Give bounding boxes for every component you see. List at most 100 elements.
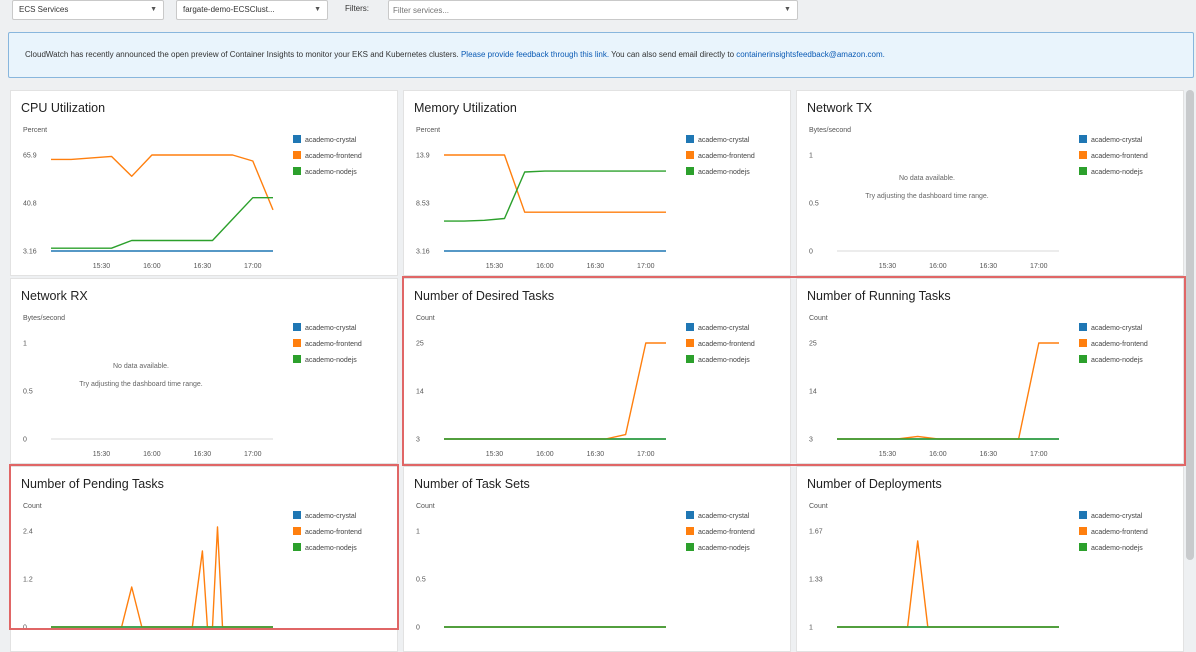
legend-item[interactable]: academo-crystal	[1079, 511, 1148, 527]
number-of-desired-tasks-panel[interactable]: Number of Desired Tasks Count 25 14 3 15:30 16…	[403, 278, 791, 464]
x-tick-label: 16:00	[143, 263, 161, 270]
legend-swatch	[293, 167, 301, 175]
cluster-dropdown[interactable]: fargate-demo-ECSClust... ▼	[176, 0, 328, 20]
x-tick-label: 15:30	[486, 263, 504, 270]
cluster-dropdown-value: fargate-demo-ECSClust...	[183, 5, 275, 14]
filter-services-input[interactable]	[388, 0, 798, 20]
legend-label: academo-nodejs	[1091, 169, 1143, 176]
legend-item[interactable]: academo-crystal	[1079, 323, 1148, 339]
number-of-pending-tasks-panel[interactable]: Number of Pending Tasks Count 2.4 1.2 0 acade…	[10, 466, 398, 652]
legend-item[interactable]: academo-crystal	[686, 323, 755, 339]
no-data-hint: Try adjusting the dashboard time range.	[79, 381, 203, 388]
chevron-down-icon[interactable]: ▼	[784, 6, 791, 13]
y-tick-label: 0.5	[809, 201, 819, 208]
memory-utilization-panel[interactable]: Memory Utilization Percent 13.9 8.53 3.16 15:…	[403, 90, 791, 276]
x-tick-label: 15:30	[93, 451, 111, 458]
legend-label: academo-crystal	[698, 137, 750, 144]
legend-label: academo-frontend	[1091, 529, 1148, 536]
legend-label: academo-frontend	[698, 529, 755, 536]
legend-item[interactable]: academo-frontend	[1079, 339, 1148, 355]
number-of-running-tasks-panel[interactable]: Number of Running Tasks Count 25 14 3 15:30 16…	[796, 278, 1184, 464]
feedback-link[interactable]: Please provide feedback through this lin…	[461, 50, 609, 59]
series-line-academo-nodejs[interactable]	[444, 170, 666, 222]
legend-label: academo-crystal	[1091, 137, 1143, 144]
legend-swatch	[686, 323, 694, 331]
legend-swatch	[293, 151, 301, 159]
series-line-academo-frontend[interactable]	[444, 154, 666, 213]
legend-label: academo-nodejs	[698, 545, 750, 552]
network-tx-panel[interactable]: Network TX Bytes/second 1 0.5 0 15:30 16:00 16:…	[796, 90, 1184, 276]
number-of-running-tasks-chart: 25 14 3 15:30 16:00 16:30 17:00	[809, 341, 1059, 458]
legend-item[interactable]: academo-nodejs	[1079, 543, 1148, 559]
legend-label: academo-frontend	[698, 341, 755, 348]
legend-label: academo-crystal	[305, 137, 357, 144]
feedback-email-link[interactable]: containerinsightsfeedback@amazon.com.	[736, 50, 885, 59]
legend-label: academo-nodejs	[698, 169, 750, 176]
x-tick-label: 17:00	[244, 263, 262, 270]
legend-label: academo-frontend	[305, 153, 362, 160]
number-of-running-tasks-legend: academo-crystal academo-frontend academo-n…	[1079, 323, 1148, 371]
legend-label: academo-nodejs	[305, 169, 357, 176]
legend-item[interactable]: academo-crystal	[686, 135, 755, 151]
legend-item[interactable]: academo-nodejs	[686, 167, 755, 183]
legend-item[interactable]: academo-crystal	[686, 511, 755, 527]
legend-item[interactable]: academo-nodejs	[293, 543, 362, 559]
legend-item[interactable]: academo-nodejs	[686, 543, 755, 559]
legend-item[interactable]: academo-nodejs	[293, 355, 362, 371]
no-data-message: No data available.	[112, 363, 170, 370]
legend-item[interactable]: academo-crystal	[293, 323, 362, 339]
y-tick-label: 13.9	[416, 153, 430, 160]
y-tick-label: 0	[23, 625, 27, 632]
x-tick-label: 17:00	[1030, 263, 1048, 270]
legend-item[interactable]: academo-frontend	[1079, 151, 1148, 167]
service-type-dropdown[interactable]: ECS Services ▼	[12, 0, 164, 20]
legend-item[interactable]: academo-frontend	[686, 339, 755, 355]
number-of-deployments-legend: academo-crystal academo-frontend academo-n…	[1079, 511, 1148, 559]
x-tick-label: 15:30	[93, 263, 111, 270]
legend-item[interactable]: academo-nodejs	[1079, 355, 1148, 371]
y-tick-label: 0.5	[416, 577, 426, 584]
legend-label: academo-frontend	[1091, 153, 1148, 160]
y-tick-label: 0	[809, 249, 813, 256]
legend-item[interactable]: academo-nodejs	[686, 355, 755, 371]
legend-item[interactable]: academo-frontend	[293, 339, 362, 355]
legend-item[interactable]: academo-frontend	[686, 151, 755, 167]
series-line-academo-frontend[interactable]	[837, 540, 1059, 628]
legend-label: academo-crystal	[305, 325, 357, 332]
number-of-deployments-chart: 1.67 1.33 1	[809, 529, 1059, 632]
legend-item[interactable]: academo-crystal	[293, 135, 362, 151]
legend-swatch	[293, 543, 301, 551]
series-line-academo-frontend[interactable]	[444, 342, 666, 440]
memory-utilization-chart: 13.9 8.53 3.16 15:30 16:00 16:30 17:00	[416, 153, 666, 270]
scrollbar[interactable]	[1186, 90, 1194, 560]
y-tick-label: 1	[23, 341, 27, 348]
cpu-utilization-legend: academo-crystal academo-frontend academo-n…	[293, 135, 362, 183]
x-tick-label: 16:00	[929, 451, 947, 458]
network-rx-panel[interactable]: Network RX Bytes/second 1 0.5 0 15:30 16:00 16:…	[10, 278, 398, 464]
series-line-academo-frontend[interactable]	[837, 342, 1059, 440]
legend-swatch	[293, 323, 301, 331]
x-tick-label: 16:30	[980, 263, 998, 270]
x-tick-label: 16:00	[536, 451, 554, 458]
legend-item[interactable]: academo-crystal	[293, 511, 362, 527]
number-of-deployments-panel[interactable]: Number of Deployments Count 1.67 1.33 1 acade…	[796, 466, 1184, 652]
series-line-academo-frontend[interactable]	[51, 154, 274, 211]
cpu-utilization-chart: 65.9 40.8 3.16 15:30 16:00 16:30 17:00	[23, 153, 274, 270]
legend-item[interactable]: academo-frontend	[293, 527, 362, 543]
legend-item[interactable]: academo-crystal	[1079, 135, 1148, 151]
legend-swatch	[686, 527, 694, 535]
number-of-task-sets-panel[interactable]: Number of Task Sets Count 1 0.5 0 academo-cry…	[403, 466, 791, 652]
legend-item[interactable]: academo-nodejs	[293, 167, 362, 183]
legend-item[interactable]: academo-frontend	[293, 151, 362, 167]
series-line-academo-nodejs[interactable]	[51, 196, 273, 249]
y-tick-label: 3	[416, 437, 420, 444]
legend-item[interactable]: academo-nodejs	[1079, 167, 1148, 183]
legend-item[interactable]: academo-frontend	[1079, 527, 1148, 543]
x-tick-label: 16:30	[194, 263, 212, 270]
y-tick-label: 0.5	[23, 389, 33, 396]
series-line-academo-frontend[interactable]	[51, 526, 273, 628]
legend-label: academo-crystal	[698, 325, 750, 332]
cpu-utilization-panel[interactable]: CPU Utilization Percent 65.9 40.8 3.16 15:30 1…	[10, 90, 398, 276]
legend-item[interactable]: academo-frontend	[686, 527, 755, 543]
legend-swatch	[1079, 135, 1087, 143]
